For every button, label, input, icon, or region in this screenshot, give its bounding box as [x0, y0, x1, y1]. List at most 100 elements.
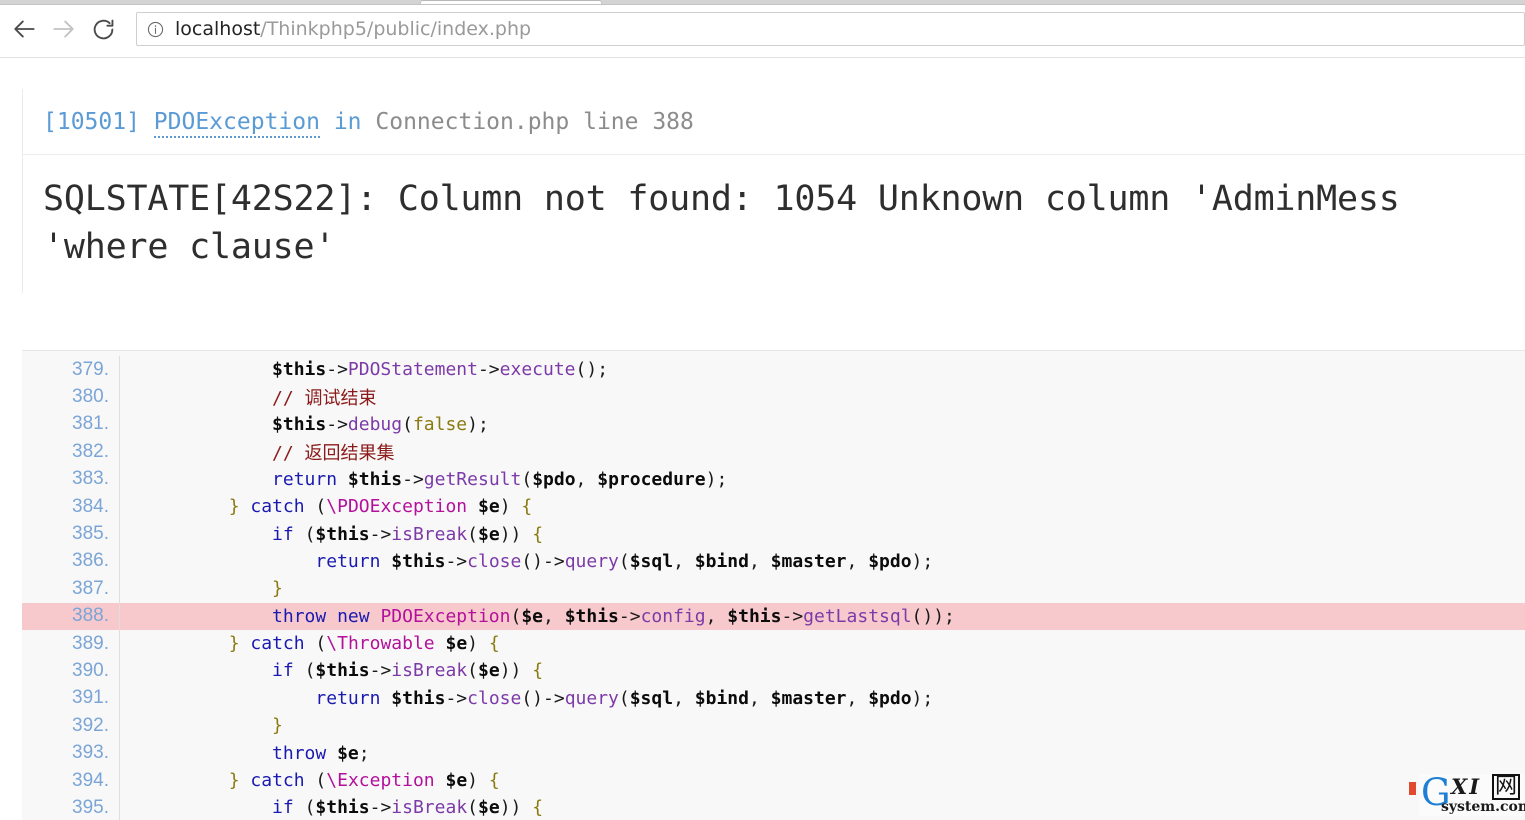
- code-token: $e: [478, 524, 500, 545]
- line-number: 393.: [22, 742, 119, 764]
- code-line: 386. return $this->close()->query($sql, …: [22, 548, 1525, 575]
- code-token: );: [912, 688, 934, 709]
- code-token: $bind: [695, 688, 749, 709]
- info-circle-icon[interactable]: [147, 21, 164, 38]
- exception-message: SQLSTATE[42S22]: Column not found: 1054 …: [22, 154, 1525, 293]
- code-token: (: [294, 524, 316, 545]
- code-token: [142, 524, 272, 545]
- code-line-text: $this->debug(false);: [120, 414, 1525, 435]
- code-line: 382. // 返回结果集: [22, 438, 1525, 465]
- code-line-text: } catch (\Exception $e) {: [120, 770, 1525, 791]
- code-token: [337, 469, 348, 490]
- code-token: ->: [781, 606, 803, 627]
- code-token: ): [467, 770, 489, 791]
- code-token: throw: [272, 606, 326, 627]
- forward-button[interactable]: [46, 12, 80, 46]
- line-number: 386.: [22, 550, 119, 572]
- source-code-block[interactable]: 379. $this->PDOStatement->execute();380.…: [22, 350, 1525, 820]
- code-token: (: [402, 414, 413, 435]
- line-number: 392.: [22, 715, 119, 737]
- code-token: (: [467, 524, 478, 545]
- line-number: 388.: [22, 605, 119, 627]
- code-token: $e: [478, 797, 500, 818]
- code-token: ->: [402, 469, 424, 490]
- code-token: {: [489, 770, 500, 791]
- code-token: }: [229, 770, 240, 791]
- code-token: if: [272, 524, 294, 545]
- code-token: ->: [619, 606, 641, 627]
- code-line: 395. if ($this->isBreak($e)) {: [22, 794, 1525, 820]
- code-token: [240, 633, 251, 654]
- code-token: return: [272, 469, 337, 490]
- page-content: [10501] PDOException in Connection.php l…: [0, 58, 1525, 820]
- code-token: [240, 770, 251, 791]
- code-token: ,: [576, 469, 598, 490]
- code-token: query: [565, 551, 619, 572]
- line-number: 384.: [22, 496, 119, 518]
- code-token: $e: [478, 660, 500, 681]
- line-number: 383.: [22, 468, 119, 490]
- code-token: (: [467, 660, 478, 681]
- code-token: ): [500, 496, 522, 517]
- code-token: }: [229, 633, 240, 654]
- code-token: [142, 633, 229, 654]
- code-token: ->: [326, 414, 348, 435]
- code-token: [142, 496, 229, 517]
- code-token: );: [467, 414, 489, 435]
- code-token: ,: [543, 606, 565, 627]
- exception-type-link[interactable]: PDOException: [154, 109, 320, 138]
- code-token: )): [500, 524, 533, 545]
- code-token: [142, 797, 272, 818]
- code-token: );: [706, 469, 728, 490]
- code-token: [435, 633, 446, 654]
- code-token: (: [294, 797, 316, 818]
- code-token: $pdo: [532, 469, 575, 490]
- code-token: $master: [771, 688, 847, 709]
- code-token: ()->: [521, 688, 564, 709]
- code-token: ): [467, 633, 489, 654]
- exception-file-location: Connection.php line 388: [375, 109, 694, 135]
- code-token: $pdo: [868, 688, 911, 709]
- reload-button[interactable]: [86, 12, 120, 46]
- code-token: debug: [348, 414, 402, 435]
- code-line: 389. } catch (\Throwable $e) {: [22, 630, 1525, 657]
- code-token: $this: [315, 660, 369, 681]
- code-token: $procedure: [597, 469, 705, 490]
- code-token: (: [521, 469, 532, 490]
- address-bar[interactable]: localhost/Thinkphp5/public/index.php: [136, 12, 1525, 46]
- line-number: 381.: [22, 413, 119, 435]
- code-line: 392. }: [22, 712, 1525, 739]
- line-number: 382.: [22, 441, 119, 463]
- code-token: (: [467, 797, 478, 818]
- line-number: 379.: [22, 359, 119, 381]
- code-line-text: } catch (\Throwable $e) {: [120, 633, 1525, 654]
- exception-message-line-1: SQLSTATE[42S22]: Column not found: 1054 …: [43, 179, 1400, 219]
- exception-code: [10501]: [43, 109, 140, 135]
- code-token: [326, 743, 337, 764]
- code-token: ->: [445, 688, 467, 709]
- code-token: \PDOException: [326, 496, 467, 517]
- code-token: [380, 551, 391, 572]
- code-token: catch: [250, 770, 304, 791]
- code-token: [142, 388, 272, 409]
- line-number: 389.: [22, 633, 119, 655]
- code-token: {: [489, 633, 500, 654]
- code-token: throw: [272, 743, 326, 764]
- code-line-text: if ($this->isBreak($e)) {: [120, 524, 1525, 545]
- code-token: false: [413, 414, 467, 435]
- code-token: }: [272, 715, 283, 736]
- line-number: 390.: [22, 660, 119, 682]
- code-token: $this: [315, 797, 369, 818]
- code-token: // 调试结束: [272, 388, 377, 409]
- code-token: (: [510, 606, 521, 627]
- code-token: [142, 443, 272, 464]
- code-token: [142, 715, 272, 736]
- code-token: PDOException: [380, 606, 510, 627]
- back-button[interactable]: [8, 12, 42, 46]
- arrow-right-icon: [50, 16, 76, 42]
- watermark-cn-glyph: 网: [1492, 774, 1520, 800]
- code-token: ,: [847, 551, 869, 572]
- code-token: (: [619, 551, 630, 572]
- code-token: $e: [445, 770, 467, 791]
- code-token: close: [467, 688, 521, 709]
